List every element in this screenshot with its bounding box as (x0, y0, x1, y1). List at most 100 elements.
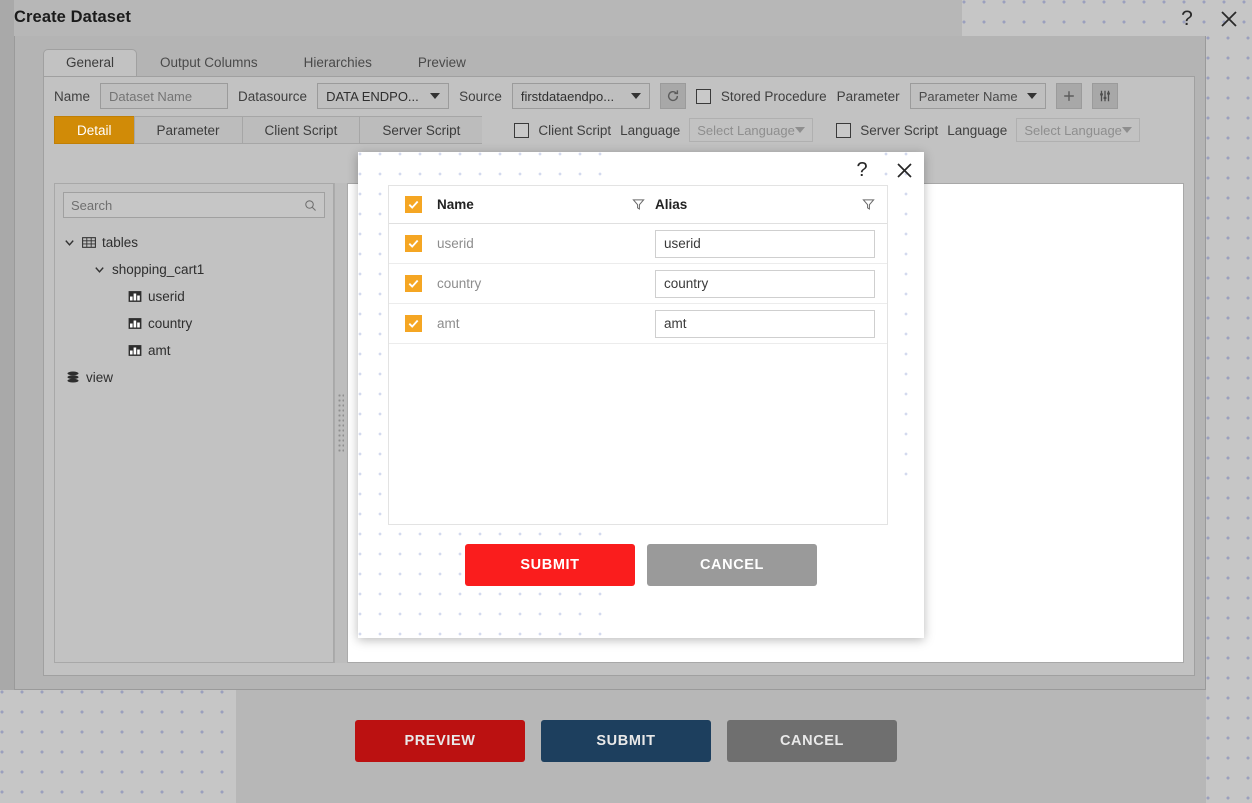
client-language-select[interactable]: Select Language (689, 118, 814, 142)
close-icon[interactable] (1216, 6, 1242, 32)
server-language-select[interactable]: Select Language (1016, 118, 1141, 142)
table-row: amt (389, 304, 887, 344)
table-icon (82, 237, 96, 248)
tree-node-tables[interactable]: tables (63, 229, 325, 256)
alias-input[interactable] (655, 269, 875, 298)
tree-node-view[interactable]: view (63, 364, 325, 391)
filter-icon[interactable] (862, 198, 875, 211)
database-icon (67, 371, 79, 383)
name-header-label: Name (437, 197, 474, 212)
search-input[interactable]: Search (63, 192, 325, 218)
source-select[interactable]: firstdataendpo... (511, 83, 650, 109)
dataset-toolbar: Name Dataset Name Datasource DATA ENDPO.… (44, 77, 1194, 115)
refresh-icon[interactable] (659, 83, 686, 109)
server-language-label: Language (947, 122, 1008, 138)
row-checkbox-cell (389, 235, 437, 252)
subtab-detail[interactable]: Detail (54, 116, 134, 144)
schema-tree: tables shopping_cart1 userid country amt… (63, 229, 325, 391)
row-checkbox-cell (389, 315, 437, 332)
tree-node-label: country (148, 316, 193, 331)
chevron-down-icon[interactable] (63, 236, 76, 249)
pane-splitter[interactable] (334, 183, 348, 663)
subtab-parameter[interactable]: Parameter (133, 116, 242, 144)
tree-node-label: view (86, 370, 114, 385)
column-name: country (437, 276, 482, 291)
alias-input[interactable] (655, 229, 875, 258)
column-name: amt (437, 316, 460, 331)
chevron-down-icon (795, 127, 806, 133)
submit-button[interactable]: SUBMIT (541, 720, 711, 762)
footer-action-bar: PREVIEW SUBMIT CANCEL (0, 690, 1252, 803)
tab-hierarchies[interactable]: Hierarchies (281, 49, 395, 77)
tab-output-columns[interactable]: Output Columns (137, 49, 281, 77)
tab-preview[interactable]: Preview (395, 49, 489, 77)
row-checkbox[interactable] (404, 275, 422, 292)
tab-general[interactable]: General (43, 48, 138, 76)
row-checkbox[interactable] (404, 315, 422, 332)
tree-node-userid[interactable]: userid (63, 283, 325, 310)
alias-cell (655, 269, 887, 298)
source-value: firstdataendpo... (520, 88, 615, 104)
datasource-label: Datasource (238, 88, 308, 104)
alias-input[interactable] (655, 309, 875, 338)
client-script-checkbox[interactable] (514, 122, 530, 138)
tree-node-country[interactable]: country (63, 310, 325, 337)
plus-icon[interactable] (1055, 83, 1082, 109)
chevron-down-icon (1026, 93, 1037, 99)
tab-bar: General Output Columns Hierarchies Previ… (43, 44, 1205, 76)
subtab-client-script[interactable]: Client Script (241, 116, 360, 144)
dataset-name-input[interactable]: Dataset Name (100, 83, 229, 109)
select-all-cell (389, 196, 437, 213)
parameter-label: Parameter (836, 88, 900, 104)
server-script-label: Server Script (860, 122, 939, 138)
server-language-value: Select Language (1024, 122, 1122, 138)
subtab-server-script[interactable]: Server Script (359, 116, 483, 144)
search-icon (305, 199, 316, 211)
chevron-down-icon (430, 93, 441, 99)
sliders-icon[interactable] (1091, 83, 1118, 109)
question-mark-icon[interactable]: ? (850, 158, 874, 182)
dialog-actions: SUBMIT CANCEL (358, 544, 924, 586)
alias-cell (655, 229, 887, 258)
tree-node-label: amt (148, 343, 171, 358)
select-columns-dialog: ? Name Alias userid userid country count… (358, 152, 924, 638)
application-root: Create Dataset ? General Output Columns … (0, 0, 1252, 803)
schema-tree-panel: Search tables shopping_cart1 userid coun… (54, 183, 334, 663)
row-checkbox[interactable] (404, 235, 422, 252)
source-label: Source (459, 88, 502, 104)
tree-node-amt[interactable]: amt (63, 337, 325, 364)
splitter-grip (338, 394, 344, 452)
preview-button[interactable]: PREVIEW (355, 720, 525, 762)
table-row: country (389, 264, 887, 304)
parameter-name-select[interactable]: Parameter Name (909, 83, 1046, 109)
question-mark-icon[interactable]: ? (1174, 6, 1200, 32)
stored-procedure-checkbox[interactable] (695, 88, 711, 104)
close-icon[interactable] (892, 158, 916, 182)
window-controls: ? (1174, 6, 1242, 32)
column-icon (128, 291, 142, 302)
cancel-button[interactable]: CANCEL (727, 720, 897, 762)
select-all-checkbox[interactable] (404, 196, 422, 213)
client-script-label: Client Script (538, 122, 612, 138)
modal-dot-overlay-right (884, 152, 924, 482)
backdrop-dots-bottom-left (0, 690, 236, 803)
stored-procedure-label: Stored Procedure (720, 88, 827, 104)
datasource-select[interactable]: DATA ENDPO... (317, 83, 450, 109)
tree-node-shopping-cart1[interactable]: shopping_cart1 (63, 256, 325, 283)
alias-column-header: Alias (655, 197, 887, 212)
table-row: userid (389, 224, 887, 264)
tree-node-label: shopping_cart1 (112, 262, 205, 277)
chevron-down-icon (630, 93, 641, 99)
server-script-checkbox[interactable] (836, 122, 852, 138)
alias-header-label: Alias (655, 197, 688, 212)
tree-node-label: userid (148, 289, 185, 304)
dialog-cancel-button[interactable]: CANCEL (647, 544, 817, 586)
parameter-name-value: Parameter Name (918, 88, 1018, 104)
chevron-down-icon (1122, 127, 1133, 133)
script-options: Client Script Language Select Language S… (514, 118, 1141, 142)
tree-node-label: tables (102, 235, 139, 250)
chevron-down-icon[interactable] (93, 263, 106, 276)
filter-icon[interactable] (632, 198, 645, 211)
dialog-submit-button[interactable]: SUBMIT (465, 544, 635, 586)
client-language-value: Select Language (697, 122, 795, 138)
